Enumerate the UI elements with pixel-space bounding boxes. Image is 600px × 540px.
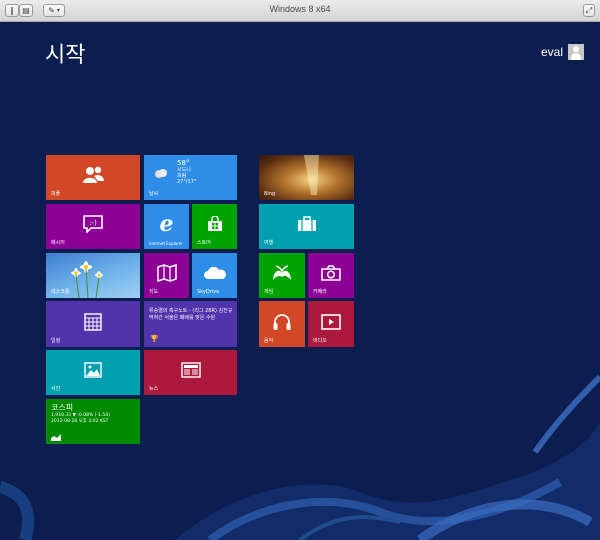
finance-timestamp: 2012-08-28 오후 3:02 KST — [51, 419, 109, 424]
tile-messaging-label: 메시지 — [51, 240, 65, 246]
tile-news[interactable]: 뉴스 — [144, 350, 237, 395]
weather-range: 27°/17° — [177, 179, 197, 185]
fullscreen-button[interactable]: ⤢ — [583, 4, 595, 17]
message-icon: :-) — [83, 215, 103, 234]
tile-travel-label: 여행 — [264, 240, 274, 246]
photo-icon — [84, 362, 102, 378]
tile-ie-label: Internet Explorer — [149, 241, 183, 246]
tile-store-label: 스토어 — [197, 240, 211, 246]
tile-news-label: 뉴스 — [149, 386, 159, 392]
svg-text::-): :-) — [89, 219, 97, 227]
tile-desktop[interactable]: 데스크톱 — [46, 253, 140, 298]
map-icon — [156, 264, 177, 283]
user-tile[interactable]: eval — [541, 44, 584, 60]
ie-icon: e — [159, 211, 174, 238]
tile-photos[interactable]: 사진 — [46, 350, 140, 395]
sports-headline: 류승렬의 축구노트 - (리그 28R) 김진규 막혀간 서울은 패배를 맞은 … — [149, 308, 233, 321]
tile-maps[interactable]: 지도 — [144, 253, 189, 298]
tile-video-label: 비디오 — [313, 338, 327, 344]
start-title: 시작 — [45, 43, 86, 68]
headphones-icon — [273, 313, 291, 330]
tile-sports[interactable]: 류승렬의 축구노트 - (리그 28R) 김진규 막혀간 서울은 패배를 맞은 … — [144, 301, 237, 347]
store-bag-icon — [207, 216, 222, 232]
tile-store[interactable]: 스토어 — [192, 204, 237, 249]
tile-internet-explorer[interactable]: e Internet Explorer — [144, 204, 189, 249]
tile-people[interactable]: 피플 — [46, 155, 140, 200]
finance-title: 코스피 — [51, 403, 74, 412]
tile-photos-label: 사진 — [51, 386, 61, 392]
window-title: Windows 8 x64 — [269, 4, 331, 14]
tile-people-label: 피플 — [51, 191, 61, 197]
user-name: eval — [540, 45, 563, 59]
tile-music-label: 음악 — [264, 338, 274, 344]
xbox-icon — [273, 265, 291, 281]
tile-bing-label: Bing — [264, 191, 276, 197]
newspaper-icon — [180, 362, 201, 378]
cloud-icon — [155, 169, 167, 178]
trophy-icon: 🏆 — [150, 335, 159, 343]
tile-games-label: 게임 — [264, 289, 274, 295]
suitcase-icon — [297, 216, 316, 232]
tile-calendar-label: 일정 — [51, 338, 61, 344]
camera-icon — [321, 265, 341, 281]
tile-calendar[interactable]: 일정 — [46, 301, 140, 347]
tile-maps-label: 지도 — [149, 289, 159, 295]
tile-games[interactable]: 게임 — [259, 253, 305, 298]
tile-video[interactable]: 비디오 — [308, 301, 354, 347]
finance-chart-icon — [51, 434, 61, 441]
skydrive-cloud-icon — [203, 267, 226, 280]
tile-travel[interactable]: 여행 — [259, 204, 354, 249]
window-titlebar: ∥ ▤ ✎ ▾ Windows 8 x64 ⤢ — [0, 0, 600, 22]
people-icon — [83, 167, 104, 184]
tile-desktop-label: 데스크톱 — [51, 289, 70, 295]
tile-weather-label: 날씨 — [149, 191, 159, 197]
weather-info: 58° 시드니 흐림 27°/17° — [177, 159, 196, 185]
tile-finance[interactable]: 코스피 1,918.33 ▼ -0.08% (-1.54) 2012-08-28… — [46, 399, 140, 444]
video-icon — [321, 313, 341, 330]
user-avatar-icon — [568, 44, 584, 60]
tile-camera[interactable]: 카메라 — [308, 253, 354, 298]
tile-music[interactable]: 음악 — [259, 301, 305, 347]
tile-bing[interactable]: Bing — [259, 155, 354, 200]
tile-messaging[interactable]: :-) 메시지 — [46, 204, 140, 249]
tile-camera-label: 카메라 — [313, 289, 327, 295]
tile-weather[interactable]: 58° 시드니 흐림 27°/17° 날씨 — [144, 155, 237, 200]
weather-temp: 58° — [177, 159, 190, 167]
fullscreen-icon: ⤢ — [585, 5, 593, 15]
start-screen: 시작 eval 피플 58° 시드니 흐림 27°/17° 날씨 :-) 메시지 — [0, 22, 600, 540]
tile-skydrive-label: SkyDrive — [197, 289, 220, 295]
tile-skydrive[interactable]: SkyDrive — [192, 253, 237, 298]
calendar-icon — [84, 312, 102, 331]
